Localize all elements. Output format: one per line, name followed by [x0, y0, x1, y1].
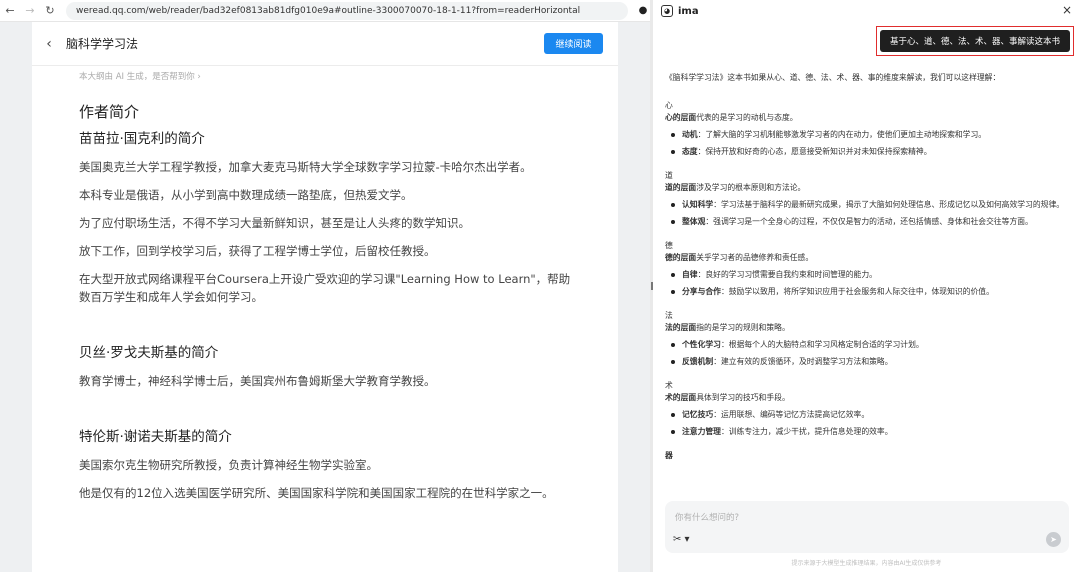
disclaimer: 提示来源于大模型生成推理结果，内容由AI生成仅供参考 [791, 560, 942, 567]
section-label: 术 [665, 381, 673, 390]
back-arrow-icon[interactable]: ← [0, 0, 20, 22]
author-list: 苗苗拉·国克利的简介美国奥克兰大学工程学教授，加拿大麦克马斯特大学全球数字学习拉… [79, 130, 579, 502]
section-heading-bold: 德的层面 [665, 253, 697, 262]
bullet-item: 记忆技巧：运用联想、编码等记忆方法提高记忆效率。 [665, 409, 1070, 421]
prompt-highlight: 基于心、道、德、法、术、器、事解读这本书 [875, 26, 1074, 56]
send-icon[interactable]: ➤ [1046, 532, 1061, 547]
answer-intro: 《脑科学学习法》这本书如果从心、道、德、法、术、器、事的维度来解读，我们可以这样… [665, 73, 1001, 82]
bullet-text: ：学习法基于脑科学的最新研究成果，揭示了大脑如何处理信息、形成记忆以及如何高效学… [713, 200, 1065, 209]
section-label: 法 [665, 311, 673, 320]
bullet-key: 记忆技巧 [682, 410, 714, 419]
section-title: 作者简介 [79, 103, 140, 121]
close-icon[interactable]: × [1062, 3, 1072, 17]
bullet-key: 注意力管理 [682, 427, 721, 436]
bullet-key: 反馈机制 [682, 357, 714, 366]
section-heading: 心的层面代表的是学习的动机与态度。 [665, 112, 1070, 124]
reader-page: ‹ 脑科学学习法 继续阅读 本大纲由 AI 生成，是否帮到你 › 作者简介 苗苗… [32, 22, 618, 572]
section-heading-bold: 道的层面 [665, 183, 697, 192]
bullet-key: 认知科学 [682, 200, 714, 209]
section-heading: 术的层面具体到学习的技巧和手段。 [665, 392, 1070, 404]
section-label: 德 [665, 241, 673, 250]
section-heading-bold: 心的层面 [665, 113, 697, 122]
author-paragraph: 教育学博士，神经科学博士后，美国宾州布鲁姆斯堡大学教育学教授。 [79, 374, 436, 388]
scissors-icon[interactable]: ✂ ▾ [673, 534, 690, 545]
bullet-key: 自律 [682, 270, 698, 279]
url-text: weread.qq.com/web/reader/bad32ef0813ab81… [76, 5, 581, 16]
brand-name: ima [678, 5, 699, 17]
panda-logo-icon: ◕ [661, 5, 673, 17]
bullet-text: ：根据每个人的大脑特点和学习风格定制合适的学习计划。 [720, 340, 924, 349]
bullet-text: ：强调学习是一个全身心的过程，不仅仅是智力的活动，还包括情感、身体和社会交往等方… [705, 217, 1033, 226]
section-heading-rest: 指的是学习的规则和策略。 [696, 323, 790, 332]
bullet-key: 态度 [682, 147, 698, 156]
browser-toolbar: ← → ↻ weread.qq.com/web/reader/bad32ef08… [0, 0, 652, 22]
answer-sections: 心心的层面代表的是学习的动机与态度。 动机：了解大脑的学习机制能够激发学习者的内在… [665, 100, 1070, 462]
section-heading-rest: 代表的是学习的动机与态度。 [696, 113, 798, 122]
question-input[interactable]: 你有什么想问的? ✂ ▾ ➤ [665, 501, 1069, 553]
bullet-item: 个性化学习：根据每个人的大脑特点和学习风格定制合适的学习计划。 [665, 339, 1070, 351]
bullet-key: 个性化学习 [682, 340, 721, 349]
author-paragraph: 在大型开放式网络课程平台Coursera上开设广受欢迎的学习课"Learning… [79, 272, 571, 304]
bullet-text: ：了解大脑的学习机制能够激发学习者的内在动力，使他们更加主动地探索和学习。 [697, 130, 987, 139]
reader-header: ‹ 脑科学学习法 继续阅读 [32, 22, 618, 66]
section-heading-rest: 涉及学习的根本原则和方法论。 [696, 183, 806, 192]
author-paragraph: 为了应付职场生活，不得不学习大量新鲜知识，甚至是让人头疼的数学知识。 [79, 216, 470, 230]
bullet-text: ：良好的学习习惯需要自我约束和时间管理的能力。 [697, 270, 877, 279]
bullet-text: ：保持开放和好奇的心态，愿意接受新知识并对未知保持探索精神。 [697, 147, 932, 156]
continue-reading-button[interactable]: 继续阅读 [544, 33, 603, 54]
user-prompt-bubble: 基于心、道、德、法、术、器、事解读这本书 [879, 30, 1070, 52]
bullet-text: ：运用联想、编码等记忆方法提高记忆效率。 [713, 410, 870, 419]
section-label: 道 [665, 171, 673, 180]
bullet-item: 注意力管理：训练专注力，减少干扰，提升信息处理的效率。 [665, 426, 1070, 438]
section-heading-bold: 术的层面 [665, 393, 697, 402]
author-paragraph: 他是仅有的12位入选美国医学研究所、美国国家科学院和美国国家工程院的在世科学家之… [79, 486, 554, 500]
author-paragraph: 放下工作，回到学校学习后，获得了工程学博士学位，后留校任教授。 [79, 244, 436, 258]
ai-answer: 《脑科学学习法》这本书如果从心、道、德、法、术、器、事的维度来解读，我们可以这样… [665, 72, 1070, 462]
author-paragraph: 美国索尔克生物研究所教授，负责计算神经生物学实验室。 [79, 458, 378, 472]
author-heading: 苗苗拉·国克利的简介 [79, 131, 205, 147]
author-heading: 特伦斯·谢诺夫斯基的简介 [79, 429, 232, 445]
bullet-item: 分享与合作：鼓励学以致用，将所学知识应用于社会服务和人际交往中，体现知识的价值。 [665, 286, 1070, 298]
bullet-key: 分享与合作 [682, 287, 721, 296]
ima-panel: ◕ ima × 基于心、道、德、法、术、器、事解读这本书 《脑科学学习法》这本书… [653, 0, 1080, 572]
bullet-text: ：建立有效的反馈循环，及时调整学习方法和策略。 [713, 357, 893, 366]
ai-generated-note[interactable]: 本大纲由 AI 生成，是否帮到你 › [79, 70, 201, 82]
question-placeholder: 你有什么想问的? [675, 513, 740, 523]
section-heading-bold: 法的层面 [665, 323, 697, 332]
bullet-key: 动机 [682, 130, 698, 139]
section-heading-rest: 关乎学习者的品德修养和责任感。 [696, 253, 814, 262]
author-paragraph: 本科专业是俄语，从小学到高中数理成绩一路垫底，但热爱文学。 [79, 188, 413, 202]
forward-arrow-icon[interactable]: → [20, 0, 40, 22]
bullet-text: ：鼓励学以致用，将所学知识应用于社会服务和人际交往中，体现知识的价值。 [720, 287, 994, 296]
bullet-text: ：训练专注力，减少干扰，提升信息处理的效率。 [720, 427, 893, 436]
section-heading-rest: 具体到学习的技巧和手段。 [696, 393, 790, 402]
outline-content: 作者简介 苗苗拉·国克利的简介美国奥克兰大学工程学教授，加拿大麦克马斯特大学全球… [79, 102, 579, 502]
bullet-item: 认知科学：学习法基于脑科学的最新研究成果，揭示了大脑如何处理信息、形成记忆以及如… [665, 199, 1070, 211]
chevron-left-icon[interactable]: ‹ [32, 36, 66, 52]
bullet-item: 自律：良好的学习习惯需要自我约束和时间管理的能力。 [665, 269, 1070, 281]
section-heading: 德的层面关乎学习者的品德修养和责任感。 [665, 252, 1070, 264]
section-label: 器 [665, 451, 673, 460]
section-heading: 法的层面指的是学习的规则和策略。 [665, 322, 1070, 334]
bullet-item: 动机：了解大脑的学习机制能够激发学习者的内在动力，使他们更加主动地探索和学习。 [665, 129, 1070, 141]
address-bar[interactable]: weread.qq.com/web/reader/bad32ef0813ab81… [66, 1, 628, 20]
book-title: 脑科学学习法 [66, 37, 139, 51]
section-heading: 道的层面涉及学习的根本原则和方法论。 [665, 182, 1070, 194]
bullet-item: 态度：保持开放和好奇的心态，愿意接受新知识并对未知保持探索精神。 [665, 146, 1070, 158]
author-paragraph: 美国奥克兰大学工程学教授，加拿大麦克马斯特大学全球数字学习拉蒙-卡哈尔杰出学者。 [79, 160, 532, 174]
reload-icon[interactable]: ↻ [40, 0, 60, 22]
bullet-item: 整体观：强调学习是一个全身心的过程，不仅仅是智力的活动，还包括情感、身体和社会交… [665, 216, 1070, 228]
bullet-item: 反馈机制：建立有效的反馈循环，及时调整学习方法和策略。 [665, 356, 1070, 368]
panel-header: ◕ ima × [653, 0, 1080, 22]
author-heading: 贝丝·罗戈夫斯基的简介 [79, 345, 219, 361]
section-label: 心 [665, 101, 673, 110]
bullet-key: 整体观 [682, 217, 706, 226]
